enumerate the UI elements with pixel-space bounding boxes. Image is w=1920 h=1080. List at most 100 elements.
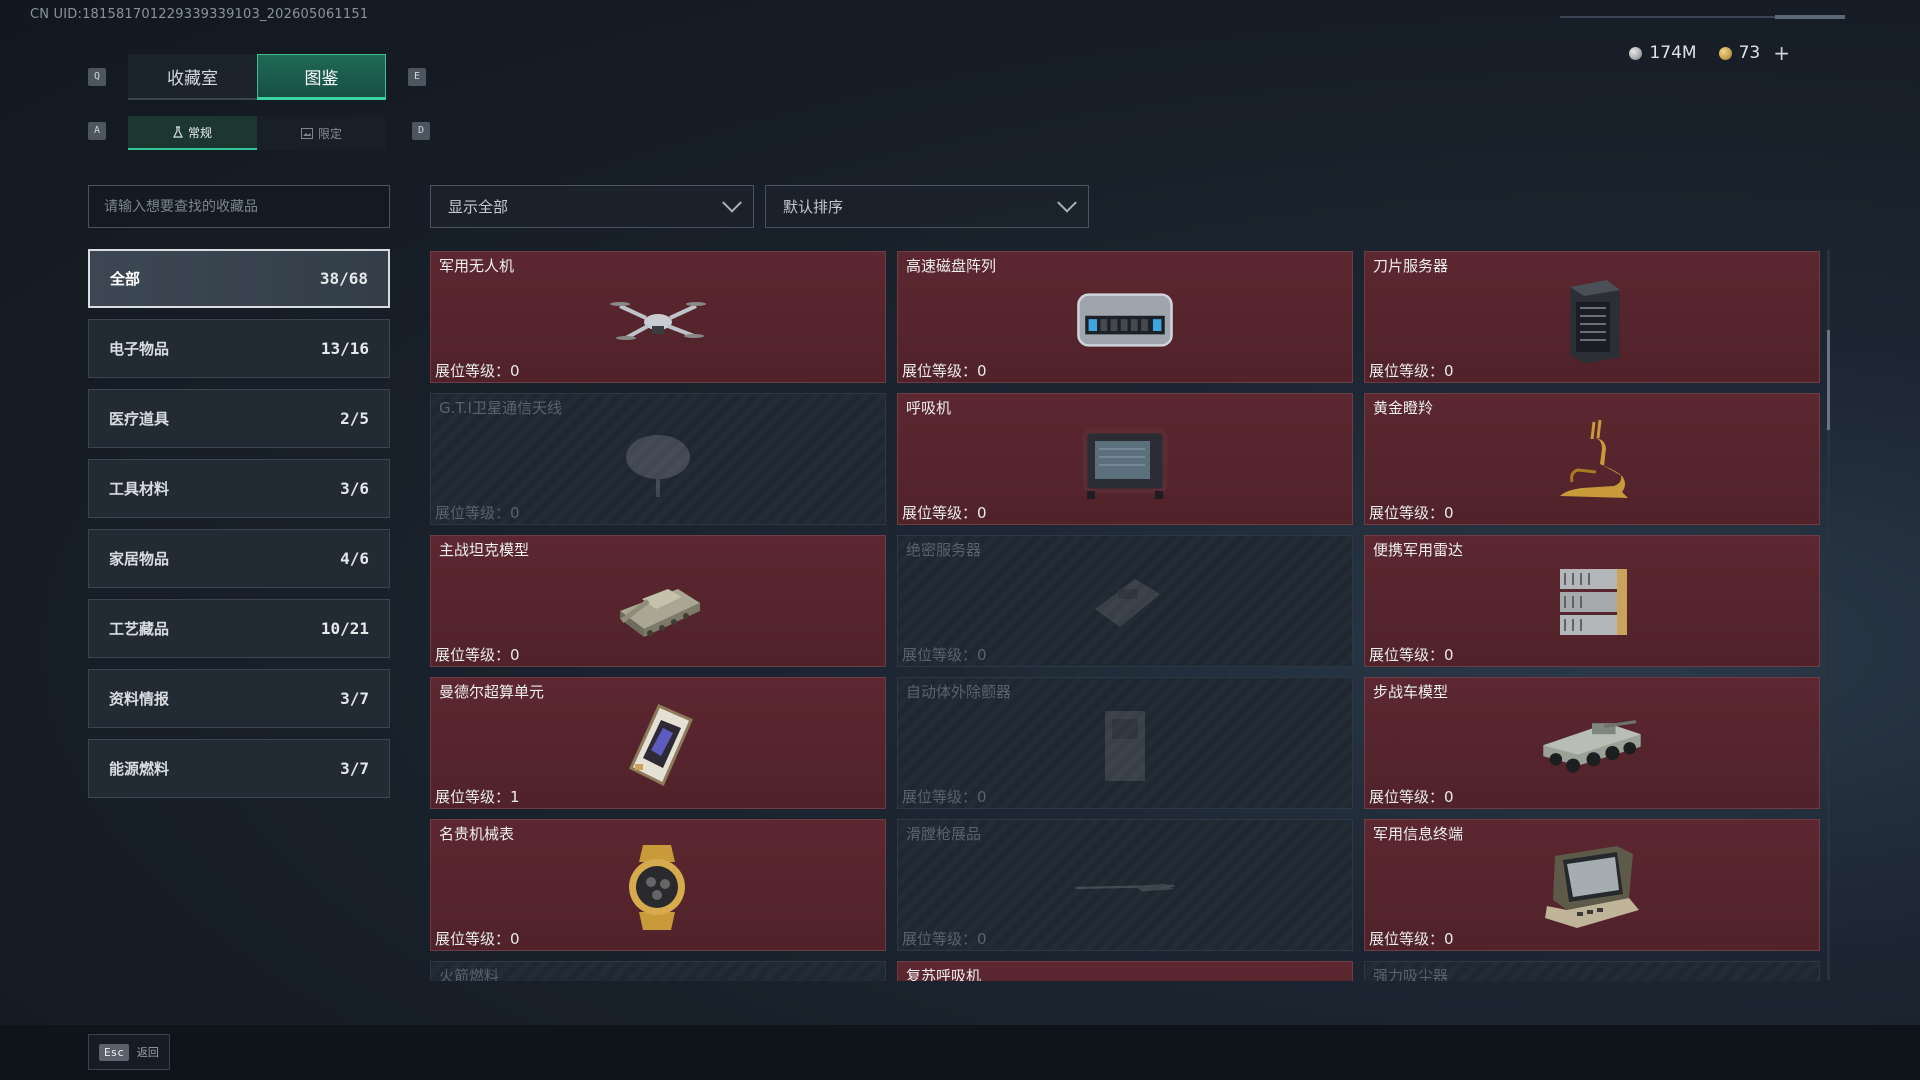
level-label: 展位等级： — [435, 646, 511, 664]
category-intel[interactable]: 资料情报 3/7 — [88, 669, 390, 728]
collection-card[interactable]: 滑膛枪展品展位等级：0 — [897, 819, 1353, 951]
silver-amount: 174M — [1649, 43, 1697, 63]
subtab-regular[interactable]: 常规 — [128, 116, 257, 150]
category-household[interactable]: 家居物品 4/6 — [88, 529, 390, 588]
category-tools[interactable]: 工具材料 3/6 — [88, 459, 390, 518]
item-name: 滑膛枪展品 — [906, 825, 982, 843]
level-value: 0 — [510, 362, 520, 380]
sort-dropdown[interactable]: 默认排序 — [765, 185, 1089, 228]
gold-amount: 73 — [1738, 43, 1761, 63]
level-label: 展位等级： — [902, 646, 978, 664]
tab-codex[interactable]: 图鉴 — [257, 54, 386, 100]
category-count: 2/5 — [340, 409, 369, 428]
sub-tabs: 常规 限定 — [128, 116, 386, 150]
player-uid: CN UID:181581701229339339103_20260506115… — [30, 7, 369, 22]
collection-card[interactable]: 军用无人机展位等级：0 — [430, 251, 886, 383]
category-medical[interactable]: 医疗道具 2/5 — [88, 389, 390, 448]
collection-card[interactable]: 军用信息终端 展位等级：0 — [1364, 819, 1820, 951]
collection-card[interactable]: 名贵机械表 展位等级：0 — [430, 819, 886, 951]
level-label: 展位等级： — [1369, 788, 1445, 806]
tank-icon — [603, 556, 713, 651]
item-name: 军用无人机 — [439, 257, 515, 275]
category-count: 3/7 — [340, 689, 369, 708]
level-label: 展位等级： — [902, 504, 978, 522]
category-list: 全部 38/68 电子物品 13/16 医疗道具 2/5 工具材料 3/6 家居物品 4/… — [88, 249, 390, 809]
subtab-limited[interactable]: 限定 — [257, 116, 386, 150]
category-count: 38/68 — [319, 269, 368, 288]
key-hint-prev-tab: Q — [88, 68, 106, 86]
level-value: 0 — [510, 504, 520, 522]
level-label: 展位等级： — [902, 788, 978, 806]
collection-card[interactable]: 强力吸尘器 — [1364, 961, 1820, 981]
collection-card[interactable]: 高速磁盘阵列 展位等级：0 — [897, 251, 1353, 383]
terminal-icon — [1537, 840, 1647, 935]
collection-card[interactable]: 主战坦克模型展位等级：0 — [430, 535, 886, 667]
scrollbar-thumb[interactable] — [1827, 330, 1830, 430]
drone-icon — [603, 272, 713, 367]
collection-card[interactable]: 刀片服务器 展位等级：0 — [1364, 251, 1820, 383]
back-button[interactable]: Esc 返回 — [88, 1034, 170, 1070]
level-label: 展位等级： — [1369, 930, 1445, 948]
key-hint-next-subtab: D — [412, 122, 430, 140]
collection-card[interactable]: 便携军用雷达 展位等级：0 — [1364, 535, 1820, 667]
item-name: 便携军用雷达 — [1373, 541, 1464, 559]
grid-scrollbar[interactable] — [1827, 250, 1830, 980]
category-electronics[interactable]: 电子物品 13/16 — [88, 319, 390, 378]
item-name: 呼吸机 — [906, 399, 952, 417]
collection-card[interactable]: 火箭燃料 — [430, 961, 886, 981]
disk-array-icon — [1070, 272, 1180, 367]
item-level: 展位等级：0 — [902, 644, 987, 665]
item-name: 复苏呼吸机 — [906, 967, 982, 981]
item-level: 展位等级：1 — [435, 786, 520, 807]
level-value: 0 — [977, 362, 987, 380]
item-level: 展位等级：0 — [1369, 502, 1454, 523]
item-level: 展位等级：0 — [435, 928, 520, 949]
satellite-dish-icon — [603, 414, 713, 509]
collection-card[interactable]: 黄金瞪羚 展位等级：0 — [1364, 393, 1820, 525]
subtab-limited-label: 限定 — [317, 126, 342, 141]
level-label: 展位等级： — [902, 362, 978, 380]
category-count: 3/6 — [340, 479, 369, 498]
tab-collection-room[interactable]: 收藏室 — [128, 54, 257, 100]
item-name: 步战车模型 — [1373, 683, 1449, 701]
item-name: 主战坦克模型 — [439, 541, 530, 559]
chevron-down-icon — [722, 192, 742, 213]
item-level: 展位等级：0 — [1369, 360, 1454, 381]
collection-card[interactable]: 自动体外除颤器 展位等级：0 — [897, 677, 1353, 809]
item-level: 展位等级：0 — [902, 928, 987, 949]
watch-icon — [603, 840, 713, 935]
currency-gold[interactable]: 73 + — [1718, 41, 1790, 65]
level-value: 0 — [510, 646, 520, 664]
collection-grid: 军用无人机 展位等级：0 高速磁盘阵列 展位等级：0 刀片服务器 展位等级：0 G.T.I卫… — [430, 251, 1820, 981]
category-energy[interactable]: 能源燃料 3/7 — [88, 739, 390, 798]
category-label: 能源燃料 — [109, 760, 170, 778]
item-level: 展位等级：0 — [1369, 786, 1454, 807]
level-value: 0 — [510, 930, 520, 948]
cpu-icon — [603, 698, 713, 793]
musket-icon — [1070, 840, 1180, 935]
category-all[interactable]: 全部 38/68 — [88, 249, 390, 308]
category-label: 全部 — [110, 270, 141, 288]
back-label: 返回 — [136, 1046, 159, 1059]
level-label: 展位等级： — [435, 788, 511, 806]
add-currency-icon[interactable]: + — [1773, 41, 1790, 65]
item-level: 展位等级：0 — [435, 360, 520, 381]
radar-icon — [1537, 556, 1647, 651]
search-input[interactable] — [104, 198, 389, 215]
level-value: 0 — [1444, 646, 1454, 664]
level-label: 展位等级： — [435, 504, 511, 522]
collection-card[interactable]: 步战车模型展位等级：0 — [1364, 677, 1820, 809]
item-name: 自动体外除颤器 — [906, 683, 1012, 701]
filter-dropdown[interactable]: 显示全部 — [430, 185, 754, 228]
category-crafts[interactable]: 工艺藏品 10/21 — [88, 599, 390, 658]
level-value: 0 — [977, 504, 987, 522]
collection-card[interactable]: 曼德尔超算单元 展位等级：1 — [430, 677, 886, 809]
collection-card[interactable]: 呼吸机展位等级：0 — [897, 393, 1353, 525]
collection-card[interactable]: G.T.I卫星通信天线 展位等级：0 — [430, 393, 886, 525]
collection-card[interactable]: 复苏呼吸机 — [897, 961, 1353, 981]
collection-card[interactable]: 绝密服务器 展位等级：0 — [897, 535, 1353, 667]
category-count: 3/7 — [340, 759, 369, 778]
bottom-bar — [0, 1025, 1920, 1080]
filter-dropdown-value: 显示全部 — [448, 198, 509, 216]
search-box[interactable] — [88, 185, 390, 228]
